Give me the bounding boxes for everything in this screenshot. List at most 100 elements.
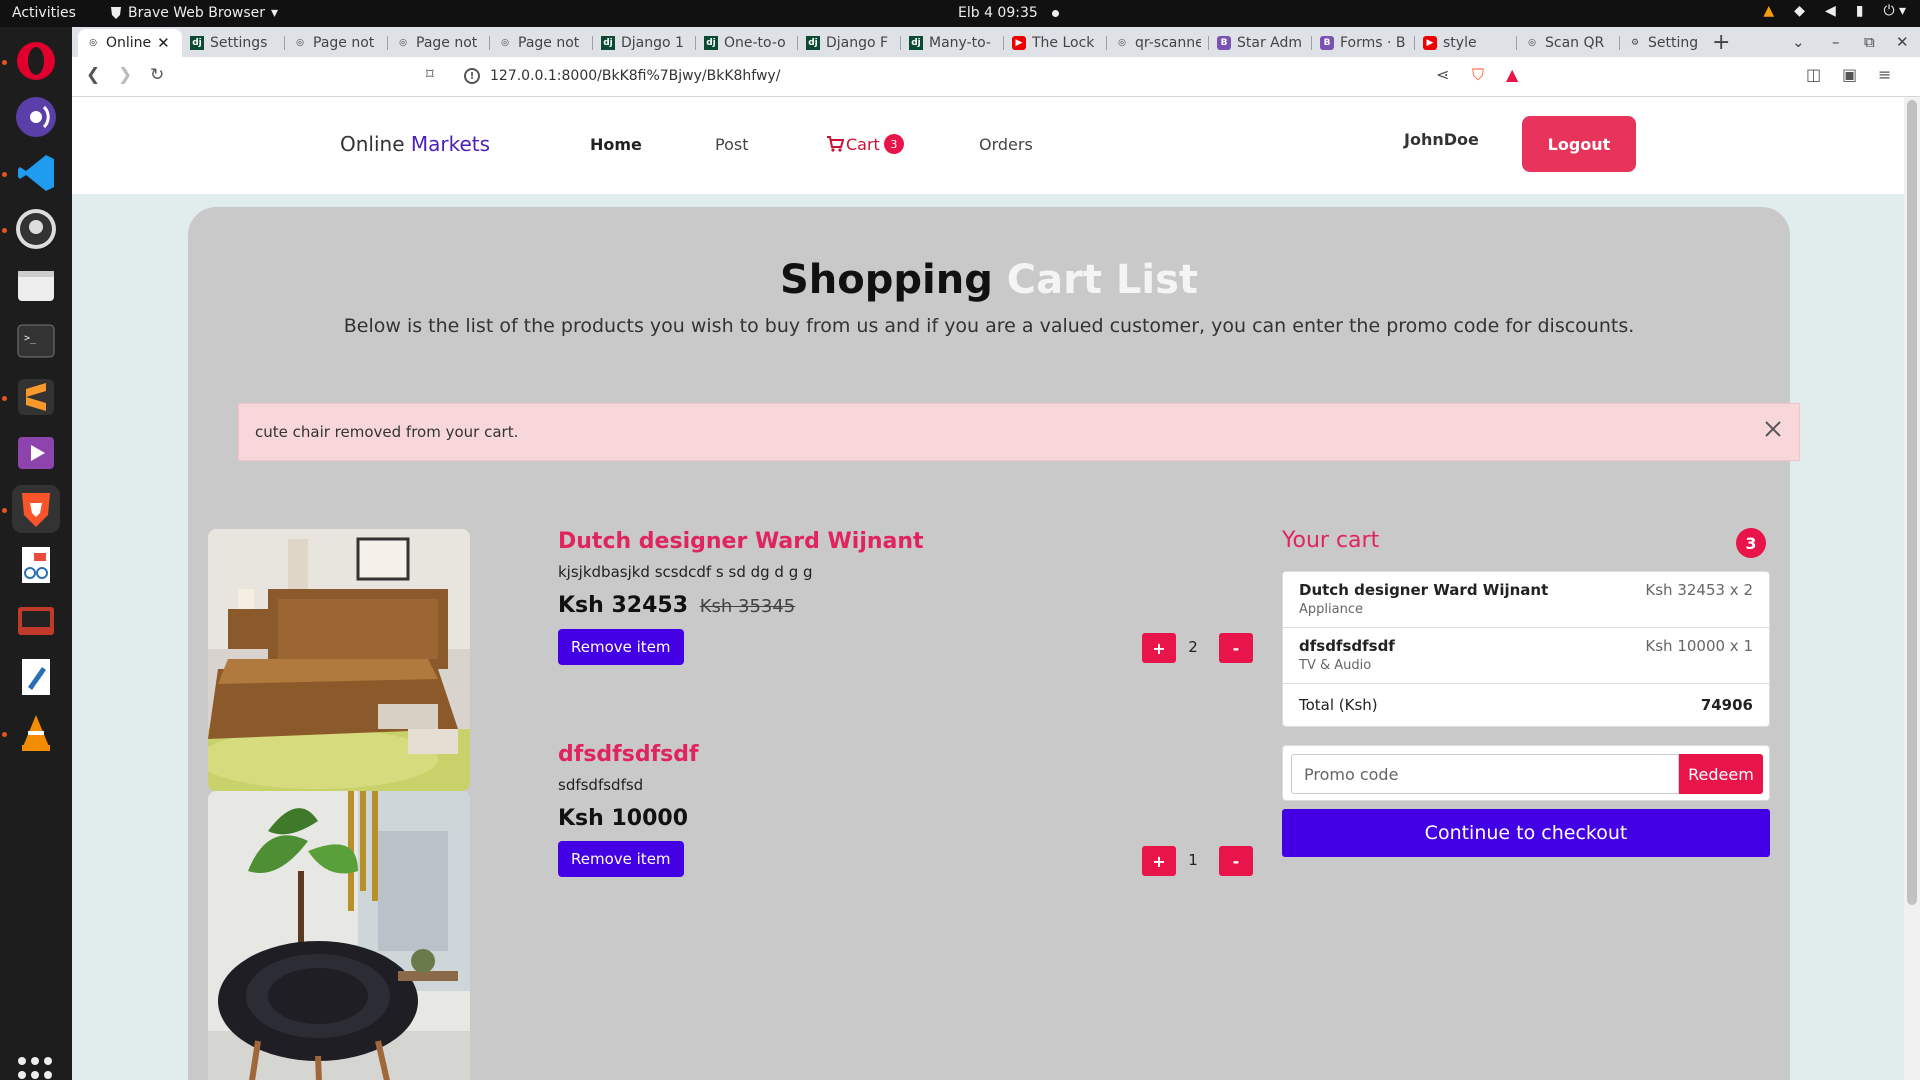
cart-icon (827, 136, 844, 152)
vlc-icon[interactable] (12, 709, 60, 757)
tab-15[interactable]: ⚙ Settings (1620, 29, 1706, 57)
nav-cart-label: Cart (846, 134, 880, 154)
tab-label: style (1443, 35, 1477, 51)
promo-form: Redeem (1282, 745, 1770, 801)
opera-icon[interactable] (12, 37, 60, 85)
scrollbar-thumb[interactable] (1907, 100, 1917, 905)
address-bar[interactable]: ! 127.0.0.1:8000/BkK8fi%7Bjwy/BkK8hfwy/ (452, 62, 1602, 92)
tab-4[interactable]: ◎ Page not (490, 29, 593, 57)
remove-item-button[interactable]: Remove item (558, 629, 684, 665)
text-editor-icon[interactable] (12, 653, 60, 701)
tab-label: Page not (518, 35, 580, 51)
increase-quantity-button[interactable]: + (1142, 846, 1176, 876)
item-quantity: 2 (1188, 638, 1198, 656)
cart-summary-heading: Your cart (1282, 528, 1380, 553)
screen-recorder-icon[interactable] (12, 597, 60, 645)
brand-accent: Markets (410, 132, 491, 156)
sidebar-toggle-icon[interactable]: ◫ (1806, 65, 1821, 84)
nav-orders[interactable]: Orders (979, 135, 1033, 154)
tab-12[interactable]: B Forms · B (1312, 29, 1415, 57)
product-image-chair (208, 791, 470, 1080)
brave-rewards-icon[interactable]: ▲ (1506, 65, 1518, 84)
globe-icon: ◎ (399, 38, 407, 48)
wifi-icon: ◆ (1794, 3, 1805, 19)
globe-icon: ◎ (296, 38, 304, 48)
page-scrollbar[interactable] (1904, 97, 1920, 1080)
cart-line-price: Ksh 10000 x 1 (1645, 637, 1753, 655)
tab-7[interactable]: dj Django F (798, 29, 901, 57)
clock-label: Elb 4 09:35 (958, 5, 1038, 21)
app-menu[interactable]: Brave Web Browser ▾ (110, 5, 278, 21)
forward-icon[interactable]: ❯ (118, 65, 132, 85)
tab-13[interactable]: ▶ style (1415, 29, 1517, 57)
tab-8[interactable]: dj Many-to- (901, 29, 1004, 57)
tab-label: One-to-o (724, 35, 786, 51)
restore-icon[interactable]: ⧉ (1864, 33, 1875, 51)
tab-label: Django F (826, 35, 889, 51)
back-icon[interactable]: ❮ (86, 65, 100, 85)
clock[interactable]: Elb 4 09:35 (958, 5, 1059, 21)
chevron-down-icon: ▾ (271, 5, 279, 21)
svg-text:>_: >_ (24, 333, 37, 344)
item-name[interactable]: Dutch designer Ward Wijnant (558, 529, 924, 554)
tab-10[interactable]: ◎ qr-scanne (1107, 29, 1209, 57)
item-name[interactable]: dfsdfsdfsdf (558, 742, 699, 767)
cart-line-category: Appliance (1299, 602, 1363, 617)
system-tray[interactable]: ▲ ◆ ◀ ▮ ⏻ ▾ (1763, 3, 1906, 19)
minimize-icon[interactable]: – (1832, 33, 1840, 51)
tab-search-icon[interactable]: ⌄ (1792, 33, 1805, 51)
web-page: Online Markets Home Post Cart 3 Orders J… (72, 97, 1904, 1080)
cart-summary-list: Dutch designer Ward Wijnant Appliance Ks… (1282, 571, 1770, 727)
reload-icon[interactable]: ↻ (150, 65, 164, 85)
close-icon[interactable]: ✕ (157, 34, 170, 52)
tab-0[interactable]: ◎ Online ✕ (78, 29, 182, 57)
podcast-app-icon[interactable] (12, 93, 60, 141)
promo-code-input[interactable] (1291, 754, 1679, 794)
site-info-icon[interactable]: ! (464, 68, 480, 84)
tab-1[interactable]: dj Settings (182, 29, 285, 57)
tab-6[interactable]: dj One-to-o (696, 29, 798, 57)
tab-11[interactable]: B Star Adm (1209, 29, 1312, 57)
decrease-quantity-button[interactable]: - (1219, 846, 1253, 876)
close-icon[interactable] (1761, 417, 1785, 441)
site-navbar: Online Markets Home Post Cart 3 Orders J… (72, 97, 1904, 194)
warning-icon[interactable]: ▲ (1763, 3, 1774, 19)
terminal-icon[interactable]: >_ (12, 317, 60, 365)
tab-9[interactable]: ▶ The Lock (1004, 29, 1107, 57)
tab-5[interactable]: dj Django 1 (593, 29, 696, 57)
nav-home[interactable]: Home (590, 135, 642, 154)
brave-shields-icon[interactable]: ⛉ (1472, 65, 1484, 85)
files-icon[interactable] (12, 261, 60, 309)
tab-3[interactable]: ◎ Page not (388, 29, 490, 57)
nav-post[interactable]: Post (715, 135, 748, 154)
remove-item-button[interactable]: Remove item (558, 841, 684, 877)
close-window-icon[interactable]: ✕ (1896, 33, 1909, 51)
logout-button[interactable]: Logout (1522, 116, 1636, 172)
tab-2[interactable]: ◎ Page not (285, 29, 388, 57)
tab-14[interactable]: ◎ Scan QR (1517, 29, 1620, 57)
document-viewer-icon[interactable] (12, 541, 60, 589)
show-applications-icon[interactable] (18, 1057, 54, 1080)
bookmark-icon[interactable]: ⌑ (426, 65, 434, 83)
item-price-current: Ksh 10000 (558, 806, 689, 831)
menu-icon[interactable]: ≡ (1878, 65, 1891, 84)
item-description: sdfsdfsdfsd (558, 776, 644, 794)
media-player-icon[interactable] (12, 429, 60, 477)
brave-browser-icon[interactable] (12, 485, 60, 533)
username[interactable]: JohnDoe (1404, 130, 1479, 149)
sublime-text-icon[interactable] (12, 373, 60, 421)
redeem-button[interactable]: Redeem (1679, 754, 1763, 794)
decrease-quantity-button[interactable]: - (1219, 633, 1253, 663)
share-icon[interactable]: ⋖ (1436, 65, 1449, 84)
tab-label: Many-to- (929, 35, 991, 51)
activities-button[interactable]: Activities (12, 5, 76, 21)
checkout-button[interactable]: Continue to checkout (1282, 809, 1770, 857)
new-tab-button[interactable]: + (1712, 30, 1730, 55)
site-brand[interactable]: Online Markets (340, 132, 490, 156)
nav-cart[interactable]: Cart 3 (826, 134, 904, 154)
wallet-icon[interactable]: ▣ (1842, 65, 1857, 84)
increase-quantity-button[interactable]: + (1142, 633, 1176, 663)
github-icon[interactable] (12, 205, 60, 253)
vscode-icon[interactable] (12, 149, 60, 197)
app-menu-label: Brave Web Browser (128, 5, 265, 21)
